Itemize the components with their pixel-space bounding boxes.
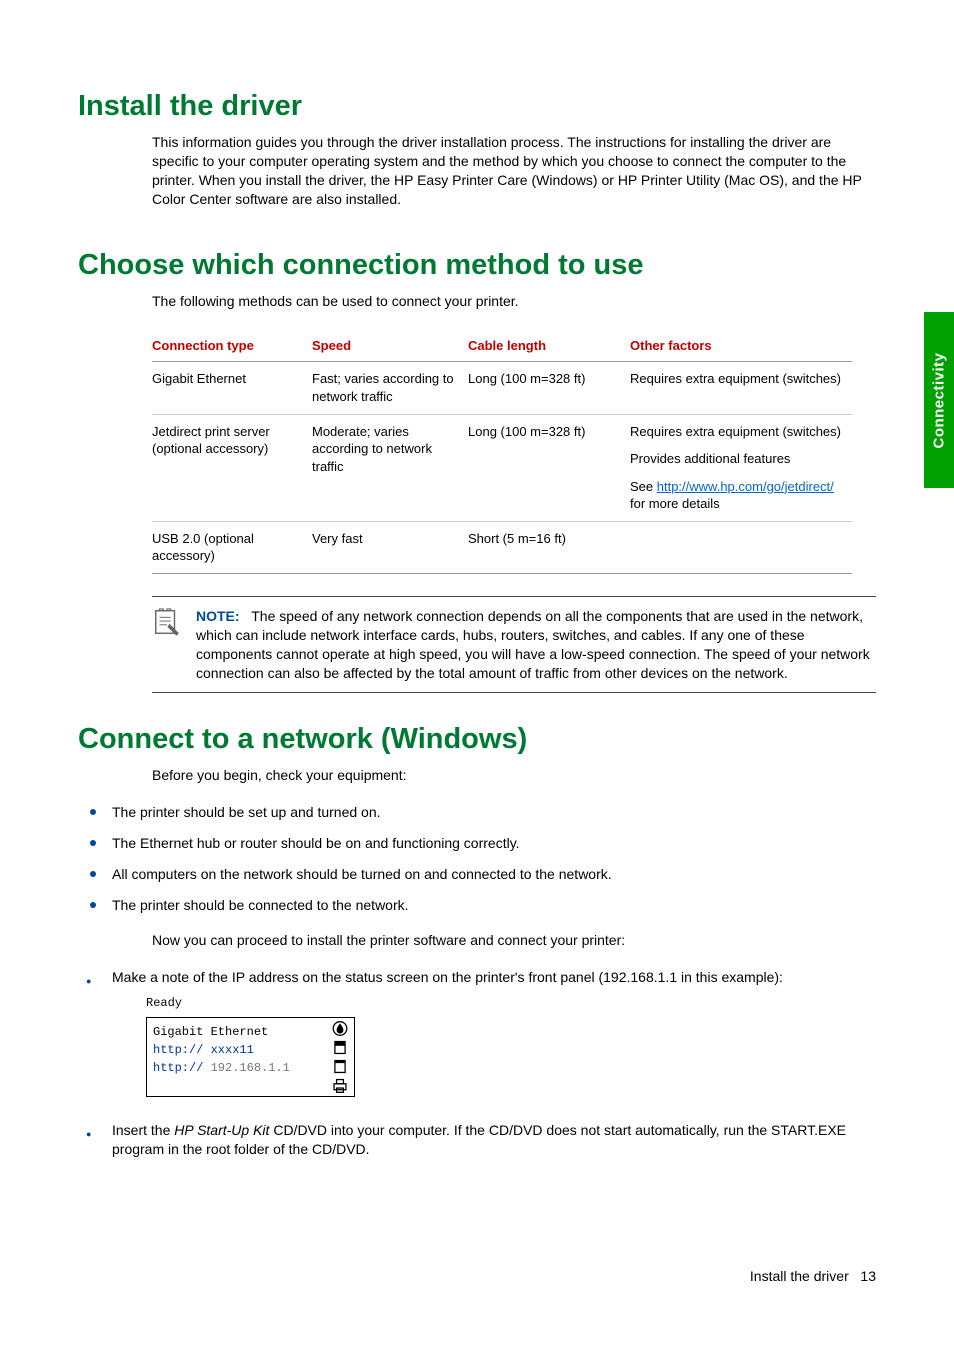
step-text: Make a note of the IP address on the sta… [112,969,783,985]
panel-icon-strip [326,1018,354,1097]
cell-speed: Moderate; varies according to network tr… [312,414,468,521]
heading-choose-connection: Choose which connection method to use [78,249,876,282]
other-line: See http://www.hp.com/go/jetdirect/ for … [630,478,842,513]
footer-page-number: 13 [860,1268,876,1284]
note-text: The speed of any network connection depe… [196,608,870,681]
cell-length: Short (5 m=16 ft) [468,521,630,573]
cell-other: Requires extra equipment (switches) Prov… [630,414,852,521]
prereq-bullet-list: The printer should be set up and turned … [78,803,876,915]
connection-table: Connection type Speed Cable length Other… [152,328,852,573]
panel-line: Gigabit Ethernet [153,1024,320,1040]
th-other-factors: Other factors [630,328,852,362]
heading-install-driver: Install the driver [78,90,876,123]
paper-icon [331,1039,349,1056]
step-number-dot: ● [86,1128,91,1140]
list-item: ● Make a note of the IP address on the s… [78,968,876,1098]
panel-ip: 192.168.1.1 [211,1061,290,1075]
panel-status-ready: Ready [146,995,876,1011]
th-connection-type: Connection type [152,328,312,362]
note-label: NOTE: [196,608,240,624]
paragraph-connect-before: Before you begin, check your equipment: [152,766,876,785]
cell-length: Long (100 m=328 ft) [468,362,630,414]
list-item: The printer should be connected to the n… [78,896,876,915]
section-tab-connectivity: Connectivity [924,312,954,488]
cell-type: USB 2.0 (optional accessory) [152,521,312,573]
panel-line: http:// xxxx11 [153,1042,320,1058]
cell-type: Gigabit Ethernet [152,362,312,414]
paragraph-connect-proceed: Now you can proceed to install the print… [152,931,876,950]
footer-section-title: Install the driver [750,1268,849,1284]
note-icon [152,607,182,637]
list-item: The Ethernet hub or router should be on … [78,834,876,853]
cell-other: Requires extra equipment (switches) [630,362,852,414]
panel-line: http:// 192.168.1.1 [153,1060,320,1076]
jetdirect-link[interactable]: http://www.hp.com/go/jetdirect/ [657,479,834,494]
step-number-dot: ● [86,975,91,987]
cell-type: Jetdirect print server (optional accesso… [152,414,312,521]
page-footer: Install the driver 13 [750,1268,876,1284]
heading-connect-windows: Connect to a network (Windows) [78,723,876,756]
table-row: Jetdirect print server (optional accesso… [152,414,852,521]
list-item: The printer should be set up and turned … [78,803,876,822]
printer-front-panel: Gigabit Ethernet http:// xxxx11 http:// … [146,1017,355,1098]
section-tab-label: Connectivity [931,352,948,448]
panel-url-xxxx: http:// xxxx11 [153,1043,254,1057]
th-speed: Speed [312,328,468,362]
th-cable-length: Cable length [468,328,630,362]
table-row: Gigabit Ethernet Fast; varies according … [152,362,852,414]
table-header-row: Connection type Speed Cable length Other… [152,328,852,362]
other-line: Requires extra equipment (switches) [630,423,842,441]
list-item: ● Insert the HP Start-Up Kit CD/DVD into… [78,1121,876,1159]
ink-icon [331,1020,349,1037]
cell-speed: Very fast [312,521,468,573]
cell-other [630,521,852,573]
job-icon [331,1058,349,1075]
cell-length: Long (100 m=328 ft) [468,414,630,521]
table-row: USB 2.0 (optional accessory) Very fast S… [152,521,852,573]
paragraph-choose-intro: The following methods can be used to con… [152,292,876,311]
paragraph-install-driver: This information guides you through the … [152,133,876,209]
panel-url-prefix: http:// [153,1061,211,1075]
step-text-pre: Insert the [112,1122,174,1138]
other-line: Provides additional features [630,450,842,468]
note-box: NOTE: The speed of any network connectio… [152,596,876,694]
list-item: All computers on the network should be t… [78,865,876,884]
note-body: NOTE: The speed of any network connectio… [196,607,876,683]
cell-speed: Fast; varies according to network traffi… [312,362,468,414]
panel-text-area: Gigabit Ethernet http:// xxxx11 http:// … [147,1018,326,1097]
document-page: Connectivity Install the driver This inf… [0,0,954,1350]
printer-icon [331,1077,349,1094]
install-steps-list: ● Make a note of the IP address on the s… [78,968,876,1159]
step-text-italic: HP Start-Up Kit [174,1122,269,1138]
